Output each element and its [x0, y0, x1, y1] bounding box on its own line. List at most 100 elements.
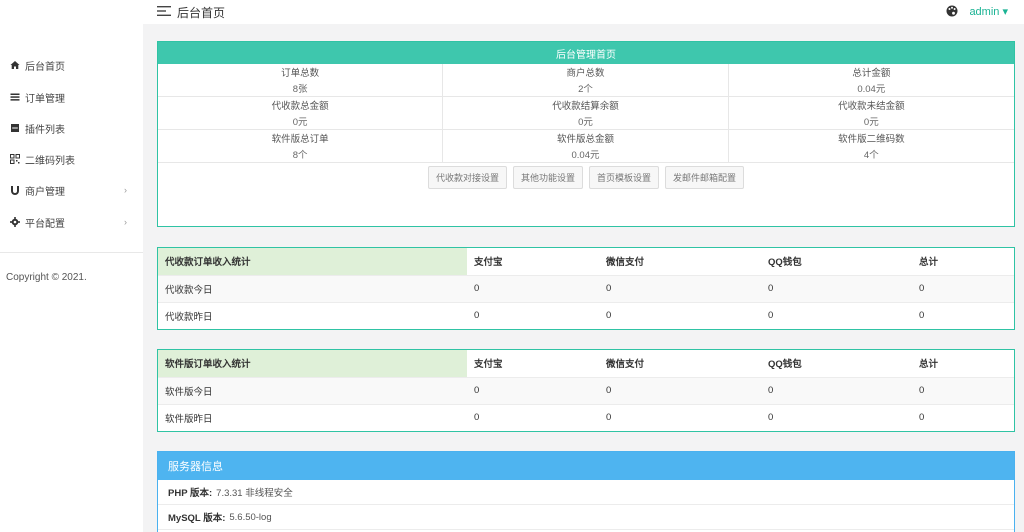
stat-label: 订单总数 [281, 68, 320, 79]
table-header: 支付宝 [467, 248, 599, 276]
sidebar-item-home[interactable]: 后台首页 [0, 49, 143, 81]
table-header-row: 软件版订单收入统计 支付宝 微信支付 QQ钱包 总计 [158, 350, 1014, 378]
collection-income-panel: 代收款订单收入统计 支付宝 微信支付 QQ钱包 总计 代收款今日 0 0 0 0… [157, 247, 1015, 330]
stat-label: 软件版总订单 [271, 134, 329, 145]
table-cell: 0 [912, 377, 1014, 405]
user-menu[interactable]: admin ▾ [969, 5, 1008, 18]
table-cell: 0 [768, 310, 774, 322]
table-cell: 0 [606, 412, 612, 424]
gear-icon [5, 217, 25, 227]
stat-value: 4个 [863, 150, 879, 161]
table-cell: 0 [761, 377, 912, 405]
server-info-panel: 服务器信息 PHP 版本: 7.3.31 非线程安全 MySQL 版本: 5.6… [157, 451, 1015, 532]
stat-label: 代收款结算余额 [552, 101, 619, 112]
stat-value: 0.04元 [571, 150, 600, 161]
table-cell: 0 [474, 310, 480, 322]
sidebar-item-merchants[interactable]: 商户管理 › [0, 174, 143, 206]
stat-software-qrcodes: 软件版二维码数 4个 [728, 130, 1014, 163]
chevron-right-icon: › [124, 185, 127, 195]
overview-title: 后台管理首页 [158, 42, 1014, 64]
table-cell: 0 [768, 412, 774, 424]
chevron-right-icon: › [124, 217, 127, 227]
table-cell: 软件版今日 [158, 377, 467, 405]
sidebar-item-label: 后台首页 [25, 61, 65, 73]
sidebar-item-label: 平台配置 [25, 218, 65, 230]
stat-label: 软件版二维码数 [838, 134, 905, 145]
plugin-icon [5, 123, 25, 133]
overview-panel: 后台管理首页 订单总数 8张 商户总数 2个 总计金额 0.04元 代收款总金额… [157, 41, 1015, 227]
sidebar-item-label: 二维码列表 [25, 155, 75, 167]
server-info-title: 服务器信息 [158, 452, 1014, 480]
collection-settings-button[interactable]: 代收款对接设置 [427, 165, 507, 189]
sidebar-item-qrcodes[interactable]: 二维码列表 [0, 143, 143, 175]
table-header: 总计 [912, 350, 1014, 378]
stat-label: 代收款未结金额 [838, 101, 905, 112]
software-income-panel: 软件版订单收入统计 支付宝 微信支付 QQ钱包 总计 软件版今日 0 0 0 0… [157, 349, 1015, 432]
table-cell: 0 [599, 377, 761, 405]
table-cell: 代收款今日 [158, 275, 467, 303]
server-row-value: 7.3.31 非线程安全 [216, 488, 293, 499]
topbar: 后台首页 admin ▾ [143, 0, 1024, 24]
stat-value: 2个 [578, 84, 593, 95]
sidebar-divider [0, 252, 143, 253]
magnet-icon [5, 185, 25, 196]
table-row: 软件版今日 0 0 0 0 [158, 377, 1014, 405]
menu-toggle-icon[interactable] [157, 5, 171, 20]
table-cell: 0 [467, 377, 599, 405]
qrcode-icon [5, 154, 25, 164]
stat-label: 商户总数 [566, 68, 605, 79]
stat-label: 软件版总金额 [556, 134, 614, 145]
sidebar-item-plugins[interactable]: 插件列表 [0, 112, 143, 144]
sidebar-item-label: 商户管理 [25, 186, 65, 198]
list-icon [5, 92, 25, 102]
collection-income-table: 代收款订单收入统计 支付宝 微信支付 QQ钱包 总计 代收款今日 0 0 0 0… [158, 248, 1014, 329]
table-cell: 软件版昨日 [165, 413, 213, 425]
table-header: QQ钱包 [761, 248, 912, 276]
table-cell: 0 [919, 412, 925, 424]
user-name: admin [969, 6, 1000, 18]
stat-value: 0元 [863, 117, 879, 128]
table-header: 微信支付 [599, 248, 761, 276]
stat-software-orders: 软件版总订单 8个 [158, 130, 444, 163]
stat-label: 代收款总金额 [271, 101, 329, 112]
table-row: 代收款今日 0 0 0 0 [158, 275, 1014, 303]
table-header: 支付宝 [467, 350, 599, 378]
other-settings-button[interactable]: 其他功能设置 [512, 165, 583, 189]
table-header: 总计 [912, 248, 1014, 276]
table-header-row: 代收款订单收入统计 支付宝 微信支付 QQ钱包 总计 [158, 248, 1014, 276]
table-cell: 0 [919, 310, 925, 322]
table-row: 软件版昨日 0 0 0 0 [158, 404, 1014, 431]
table-cell: 0 [606, 310, 612, 322]
sidebar-item-platform-config[interactable]: 平台配置 › [0, 206, 143, 238]
table-cell: 0 [912, 275, 1014, 303]
stat-total-merchants: 商户总数 2个 [443, 64, 729, 97]
stat-collection-total: 代收款总金额 0元 [158, 97, 444, 130]
sidebar-item-orders[interactable]: 订单管理 [0, 81, 143, 113]
chevron-down-icon: ▾ [1002, 6, 1008, 18]
stat-total-orders: 订单总数 8张 [158, 64, 444, 97]
table-cell: 代收款昨日 [165, 311, 213, 323]
table-cell: 0 [761, 275, 912, 303]
table-cell: 0 [467, 275, 599, 303]
table-header: 代收款订单收入统计 [158, 248, 467, 276]
table-cell: 0 [474, 412, 480, 424]
table-header: 软件版订单收入统计 [158, 350, 467, 378]
table-row: 代收款昨日 0 0 0 0 [158, 302, 1014, 329]
table-header: 微信支付 [599, 350, 761, 378]
stat-value: 0元 [578, 117, 593, 128]
sidebar-item-label: 插件列表 [25, 124, 65, 136]
stat-label: 总计金额 [852, 68, 891, 79]
copyright: Copyright © 2021. [6, 272, 87, 283]
stat-value: 8张 [292, 84, 308, 95]
stat-value: 0元 [292, 117, 308, 128]
home-icon [5, 60, 25, 70]
sidebar-item-label: 订单管理 [25, 93, 65, 105]
homepage-template-button[interactable]: 首页模板设置 [589, 165, 660, 189]
server-row-label: PHP 版本: [168, 488, 213, 499]
server-row-php: PHP 版本: 7.3.31 非线程安全 [158, 480, 1014, 505]
palette-icon[interactable] [946, 5, 958, 20]
email-config-button[interactable]: 发邮件邮箱配置 [665, 165, 745, 189]
stat-value: 0.04元 [857, 84, 886, 95]
table-cell: 0 [599, 275, 761, 303]
stat-value: 8个 [292, 150, 308, 161]
